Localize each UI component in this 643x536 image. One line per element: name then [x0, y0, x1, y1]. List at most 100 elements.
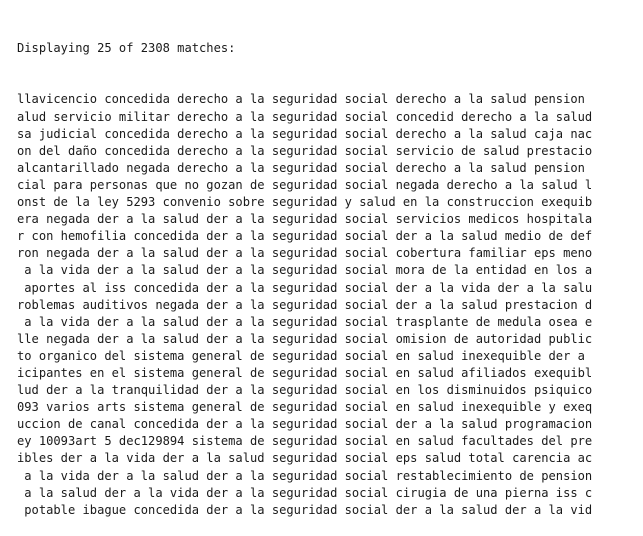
keyword-match: seguridad social — [271, 297, 389, 312]
concordance-line: a la vida der a la salud der a la seguri… — [17, 468, 643, 485]
keyword-match: seguridad social — [271, 434, 389, 449]
right-context: en salud inexequible der a — [395, 348, 585, 363]
keyword-match: seguridad social — [271, 126, 389, 141]
keyword-match: seguridad social — [271, 212, 389, 227]
keyword-match: seguridad social — [271, 160, 389, 175]
keyword-match: seguridad social — [271, 92, 389, 107]
right-context: salud en la construccion exequib — [359, 195, 593, 210]
left-context: llavicencio concedida derecho a la — [17, 92, 265, 107]
left-context: aportes al iss concedida der a la — [17, 280, 265, 295]
right-context: der a la salud prestacion d — [395, 297, 593, 312]
keyword-match: seguridad social — [271, 383, 389, 398]
right-context: der a la salud medio de def — [395, 229, 593, 244]
left-context: icipantes en el sistema general de — [17, 365, 265, 380]
right-context: derecho a la salud pension — [395, 160, 585, 175]
concordance-line: ibles der a la vida der a la salud segur… — [17, 450, 643, 467]
left-context: a la vida der a la salud der a la — [17, 468, 265, 483]
left-context: r con hemofilia concedida der a la — [17, 229, 265, 244]
left-context: a la vida der a la salud der a la — [17, 314, 265, 329]
left-context: sa judicial concedida derecho a la — [17, 126, 265, 141]
keyword-match: seguridad social — [271, 177, 389, 192]
left-context: ibles der a la vida der a la salud — [17, 451, 265, 466]
right-context: concedid derecho a la salud — [395, 109, 593, 124]
left-context: ey 10093art 5 dec129894 sistema de — [17, 434, 265, 449]
concordance-line: sa judicial concedida derecho a la segur… — [17, 126, 643, 143]
right-context: negada derecho a la salud l — [395, 177, 593, 192]
right-context: omision de autoridad public — [395, 331, 593, 346]
right-context: restablecimiento de pension — [395, 468, 593, 483]
keyword-match: seguridad social — [271, 246, 389, 261]
right-context: der a la salud programacion — [395, 417, 593, 432]
concordance-line: ey 10093art 5 dec129894 sistema de segur… — [17, 433, 643, 450]
left-context: on del daño concedida derecho a la — [17, 143, 265, 158]
right-context: servicios medicos hospitala — [395, 212, 593, 227]
concordance-line: roblemas auditivos negada der a la segur… — [17, 297, 643, 314]
concordance-line: lud der a la tranquilidad der a la segur… — [17, 382, 643, 399]
left-context: cial para personas que no gozan de — [17, 177, 265, 192]
left-context: a la salud der a la vida der a la — [17, 485, 265, 500]
left-context: ron negada der a la salud der a la — [17, 246, 265, 261]
concordance-line: alcantarillado negada derecho a la segur… — [17, 160, 643, 177]
left-context: lle negada der a la salud der a la — [17, 331, 265, 346]
keyword-match: seguridad social — [271, 468, 389, 483]
left-context: onst de la ley 5293 convenio sobre — [17, 195, 265, 210]
keyword-match: seguridad social — [271, 348, 389, 363]
concordance-line: era negada der a la salud der a la segur… — [17, 211, 643, 228]
right-context: cirugia de una pierna iss c — [395, 485, 593, 500]
left-context: a la vida der a la salud der a la — [17, 263, 265, 278]
concordance-line: a la vida der a la salud der a la seguri… — [17, 262, 643, 279]
right-context: derecho a la salud caja nac — [395, 126, 593, 141]
right-context: der a la vida der a la salu — [395, 280, 593, 295]
left-context: potable ibague concedida der a la — [17, 502, 265, 517]
concordance-lines: llavicencio concedida derecho a la segur… — [17, 91, 643, 518]
left-context: roblemas auditivos negada der a la — [17, 297, 265, 312]
concordance-line: to organico del sistema general de segur… — [17, 348, 643, 365]
keyword-match: seguridad social — [271, 400, 389, 415]
keyword-match: seguridad y — [271, 195, 352, 210]
concordance-line: 093 varios arts sistema general de segur… — [17, 399, 643, 416]
left-context: era negada der a la salud der a la — [17, 212, 265, 227]
concordance-line: uccion de canal concedida der a la segur… — [17, 416, 643, 433]
keyword-match: seguridad social — [271, 314, 389, 329]
concordance-line: llavicencio concedida derecho a la segur… — [17, 91, 643, 108]
keyword-match: seguridad social — [271, 417, 389, 432]
keyword-match: seguridad social — [271, 451, 389, 466]
left-context: to organico del sistema general de — [17, 348, 265, 363]
left-context: uccion de canal concedida der a la — [17, 417, 265, 432]
keyword-match: seguridad social — [271, 485, 389, 500]
concordance-line: aportes al iss concedida der a la seguri… — [17, 280, 643, 297]
keyword-match: seguridad social — [271, 502, 389, 517]
right-context: en los disminuidos psiquico — [395, 383, 593, 398]
concordance-line: a la vida der a la salud der a la seguri… — [17, 314, 643, 331]
right-context: der a la salud der a la vid — [395, 502, 593, 517]
concordance-line: alud servicio militar derecho a la segur… — [17, 109, 643, 126]
left-context: alud servicio militar derecho a la — [17, 109, 265, 124]
concordance-line: lle negada der a la salud der a la segur… — [17, 331, 643, 348]
keyword-match: seguridad social — [271, 280, 389, 295]
right-context: servicio de salud prestacio — [395, 143, 593, 158]
concordance-output: Displaying 25 of 2308 matches: llavicenc… — [17, 6, 643, 536]
right-context: derecho a la salud pension — [395, 92, 585, 107]
concordance-line: onst de la ley 5293 convenio sobre segur… — [17, 194, 643, 211]
keyword-match: seguridad social — [271, 331, 389, 346]
concordance-line: on del daño concedida derecho a la segur… — [17, 143, 643, 160]
concordance-header: Displaying 25 of 2308 matches: — [17, 41, 236, 56]
right-context: en salud afiliados exequibl — [395, 365, 593, 380]
concordance-line: a la salud der a la vida der a la seguri… — [17, 485, 643, 502]
concordance-line: ron negada der a la salud der a la segur… — [17, 245, 643, 262]
keyword-match: seguridad social — [271, 109, 389, 124]
concordance-line: cial para personas que no gozan de segur… — [17, 177, 643, 194]
concordance-line: potable ibague concedida der a la seguri… — [17, 502, 643, 519]
left-context: lud der a la tranquilidad der a la — [17, 383, 265, 398]
keyword-match: seguridad social — [271, 229, 389, 244]
keyword-match: seguridad social — [271, 263, 389, 278]
left-context: 093 varios arts sistema general de — [17, 400, 265, 415]
right-context: mora de la entidad en los a — [395, 263, 593, 278]
right-context: eps salud total carencia ac — [395, 451, 593, 466]
right-context: en salud inexequible y exeq — [395, 400, 593, 415]
keyword-match: seguridad social — [271, 143, 389, 158]
concordance-line: icipantes en el sistema general de segur… — [17, 365, 643, 382]
keyword-match: seguridad social — [271, 365, 389, 380]
concordance-line: r con hemofilia concedida der a la segur… — [17, 228, 643, 245]
right-context: cobertura familiar eps meno — [395, 246, 593, 261]
